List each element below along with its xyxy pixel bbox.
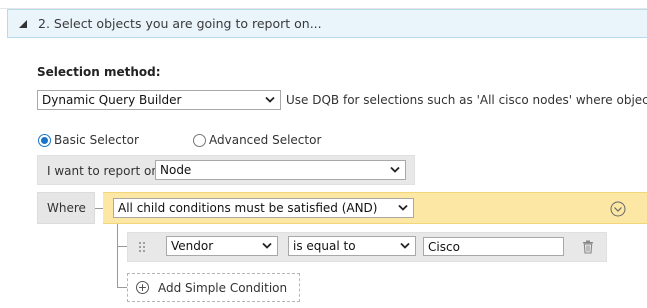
selection-method-select[interactable]: Dynamic Query Builder <box>37 90 281 110</box>
selection-method-label: Selection method: <box>37 65 161 79</box>
where-connector <box>95 208 103 209</box>
radio-checked-icon[interactable] <box>38 133 51 147</box>
top-divider <box>0 0 647 9</box>
condition-group-select[interactable]: All child conditions must be satisfied (… <box>113 198 414 218</box>
condition-value-input[interactable] <box>423 237 564 256</box>
add-simple-condition-button[interactable]: + Add Simple Condition <box>127 273 300 302</box>
where-label-box: Where <box>37 192 95 224</box>
advanced-selector-radio[interactable]: Advanced Selector <box>193 133 321 147</box>
chevron-down-icon <box>390 166 400 173</box>
basic-selector-radio[interactable]: Basic Selector <box>38 133 139 147</box>
section-title: 2. Select objects you are going to repor… <box>38 16 322 31</box>
chevron-down-icon <box>265 96 275 103</box>
radio-unchecked-icon[interactable] <box>193 133 206 147</box>
collapse-triangle-icon[interactable] <box>18 19 28 29</box>
selection-method-value: Dynamic Query Builder <box>42 93 182 107</box>
condition-field-select[interactable]: Vendor <box>166 236 278 256</box>
chevron-down-icon <box>262 242 272 249</box>
condition-group-value: All child conditions must be satisfied (… <box>118 201 378 215</box>
chevron-down-icon <box>400 242 410 249</box>
report-on-select[interactable]: Node <box>155 160 406 180</box>
report-on-value: Node <box>160 163 192 177</box>
report-on-label: I want to report on <box>47 164 159 178</box>
advanced-selector-label: Advanced Selector <box>209 133 322 147</box>
dqb-hint-text: Use DQB for selections such as 'All cisc… <box>286 93 647 107</box>
condition-operator-value: is equal to <box>293 239 356 253</box>
chevron-down-icon <box>398 204 408 211</box>
plus-circle-icon: + <box>136 281 149 294</box>
trash-icon[interactable] <box>582 240 594 254</box>
condition-operator-select[interactable]: is equal to <box>288 236 416 256</box>
where-label: Where <box>47 201 86 215</box>
tree-line-vertical <box>117 224 118 288</box>
tree-line-branch <box>117 246 127 247</box>
basic-selector-label: Basic Selector <box>54 133 139 147</box>
condition-field-value: Vendor <box>171 239 214 253</box>
expand-group-icon[interactable] <box>610 201 626 217</box>
tree-line-branch <box>117 287 127 288</box>
drag-handle-icon[interactable] <box>137 240 147 254</box>
add-simple-condition-label: Add Simple Condition <box>158 280 288 295</box>
section-header[interactable]: 2. Select objects you are going to repor… <box>7 9 647 38</box>
